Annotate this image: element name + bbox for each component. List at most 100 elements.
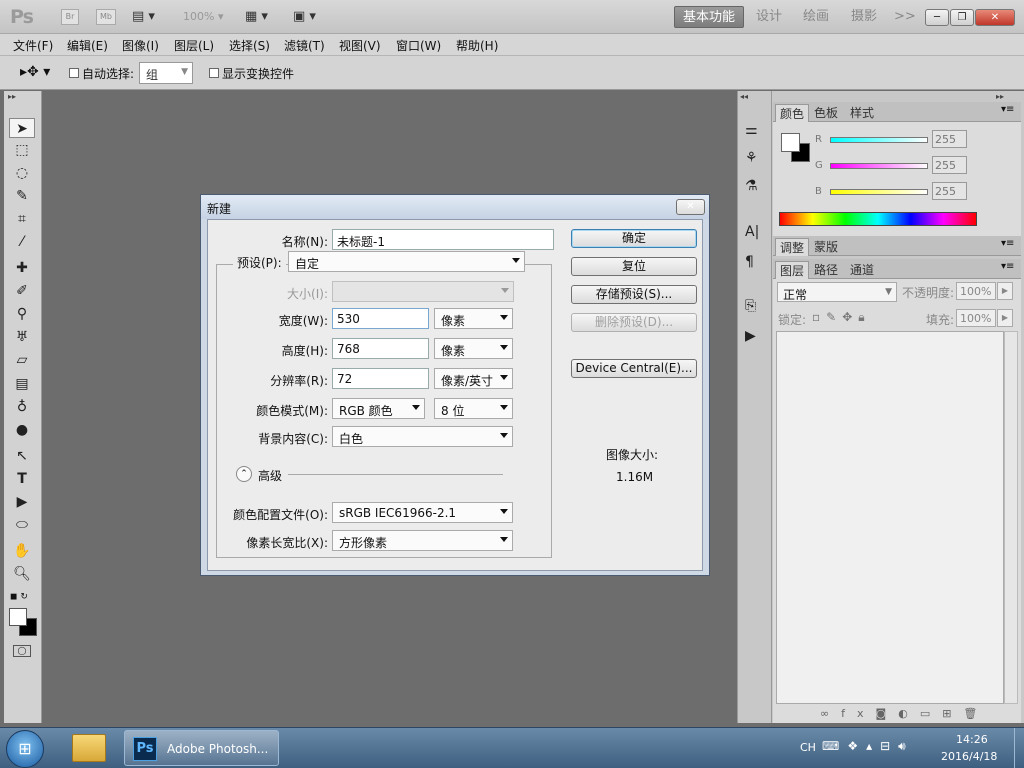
show-desktop-button[interactable] bbox=[1014, 728, 1024, 768]
panel-menu-icon[interactable]: ▾≡ bbox=[1001, 238, 1014, 249]
shape-tool-icon[interactable]: ⬭ bbox=[9, 515, 35, 535]
eyedropper-tool-icon[interactable]: ⁄ bbox=[9, 232, 35, 252]
tab-paths[interactable]: 路径 bbox=[810, 261, 842, 279]
advanced-toggle-icon[interactable]: ⌃ bbox=[236, 466, 252, 482]
color-spectrum-bar[interactable] bbox=[779, 212, 977, 226]
close-window-button[interactable]: ✕ bbox=[975, 9, 1015, 26]
tab-swatches[interactable]: 色板 bbox=[810, 104, 842, 122]
dodge-tool-icon[interactable]: ● bbox=[9, 420, 35, 440]
dialog-close-button[interactable]: ✕ bbox=[676, 199, 705, 215]
panel-menu-icon[interactable]: ▾≡ bbox=[1001, 261, 1014, 272]
mini-bridge-button[interactable]: Mb bbox=[96, 9, 116, 25]
foreground-color-swatch[interactable] bbox=[9, 608, 27, 626]
menu-select[interactable]: 选择(S) bbox=[229, 37, 270, 54]
menu-filter[interactable]: 滤镜(T) bbox=[284, 37, 325, 54]
auto-select-dropdown[interactable]: 组 ▼ bbox=[139, 62, 193, 84]
tab-channels[interactable]: 通道 bbox=[846, 261, 878, 279]
name-field[interactable]: 未标题-1 bbox=[332, 229, 554, 250]
blend-mode-dropdown[interactable]: 正常 ▼ bbox=[777, 282, 897, 302]
type-tool-icon[interactable]: T bbox=[9, 469, 35, 489]
character-panel-icon[interactable]: A| bbox=[745, 224, 759, 240]
preset-dropdown[interactable]: 自定 bbox=[288, 251, 525, 272]
arrange-documents-icon[interactable]: ▦ ▾ bbox=[245, 9, 268, 24]
color-profile-dropdown[interactable]: sRGB IEC61966-2.1 bbox=[332, 502, 513, 523]
width-unit-dropdown[interactable]: 像素 bbox=[434, 308, 513, 329]
history-brush-tool-icon[interactable]: ♅ bbox=[9, 327, 35, 347]
clock-time[interactable]: 14:26 bbox=[956, 733, 988, 746]
bridge-button[interactable]: Br bbox=[61, 9, 79, 25]
resolution-unit-dropdown[interactable]: 像素/英寸 bbox=[434, 368, 513, 389]
opacity-arrow-icon[interactable]: ▶ bbox=[997, 282, 1013, 300]
bit-depth-dropdown[interactable]: 8 位 bbox=[434, 398, 513, 419]
lasso-tool-icon[interactable]: ◌ bbox=[9, 163, 35, 183]
collapse-toolbox-icon[interactable]: ▸▸ bbox=[8, 92, 16, 101]
screen-mode-icon[interactable]: ▣ ▾ bbox=[293, 9, 316, 24]
clone-source-panel-icon[interactable]: ⚘ bbox=[745, 150, 758, 166]
layers-list[interactable] bbox=[776, 331, 1004, 704]
blur-tool-icon[interactable]: ♁ bbox=[9, 397, 35, 417]
panel-menu-icon[interactable]: ▾≡ bbox=[1001, 104, 1014, 115]
zoom-level[interactable]: 100% ▾ bbox=[183, 10, 223, 23]
g-slider[interactable] bbox=[830, 163, 928, 169]
fg-color-chip[interactable] bbox=[781, 133, 800, 152]
gradient-tool-icon[interactable]: ▤ bbox=[9, 374, 35, 394]
quick-mask-icon[interactable]: ◯ bbox=[13, 645, 31, 657]
b-value[interactable]: 255 bbox=[932, 182, 967, 200]
layer-actions-icons[interactable]: ∞fx◙◐▭⊞🗑︎ bbox=[820, 707, 989, 720]
workspace-painting[interactable]: 绘画 bbox=[795, 6, 837, 28]
lock-icons[interactable]: ▫✎✥🔒︎ bbox=[812, 310, 871, 325]
r-value[interactable]: 255 bbox=[932, 130, 967, 148]
file-explorer-icon[interactable] bbox=[72, 734, 106, 762]
tool-presets-panel-icon[interactable]: ⚗ bbox=[745, 178, 758, 194]
menu-view[interactable]: 视图(V) bbox=[339, 37, 381, 54]
g-value[interactable]: 255 bbox=[932, 156, 967, 174]
color-mode-dropdown[interactable]: RGB 颜色 bbox=[332, 398, 425, 419]
fill-arrow-icon[interactable]: ▶ bbox=[997, 309, 1013, 327]
resolution-field[interactable]: 72 bbox=[332, 368, 429, 389]
workspace-design[interactable]: 设计 bbox=[748, 6, 790, 28]
menu-layer[interactable]: 图层(L) bbox=[174, 37, 214, 54]
r-slider[interactable] bbox=[830, 137, 928, 143]
background-contents-dropdown[interactable]: 白色 bbox=[332, 426, 513, 447]
path-selection-tool-icon[interactable]: ▶ bbox=[9, 492, 35, 512]
view-extras-icon[interactable]: ▤ ▾ bbox=[132, 9, 155, 24]
move-tool-preset-icon[interactable]: ▸✥ ▾ bbox=[20, 64, 50, 80]
brush-tool-icon[interactable]: ✐ bbox=[9, 281, 35, 301]
height-unit-dropdown[interactable]: 像素 bbox=[434, 338, 513, 359]
workspace-essentials[interactable]: 基本功能 bbox=[674, 6, 745, 28]
tray-icons[interactable]: ⌨❖▴⊟🔊︎ bbox=[822, 739, 914, 754]
auto-select-checkbox[interactable] bbox=[69, 68, 79, 78]
zoom-tool-icon[interactable]: 🔍︎ bbox=[9, 564, 35, 584]
menu-image[interactable]: 图像(I) bbox=[122, 37, 159, 54]
pixel-aspect-dropdown[interactable]: 方形像素 bbox=[332, 530, 513, 551]
fill-field[interactable]: 100% bbox=[956, 309, 996, 327]
crop-tool-icon[interactable]: ⌗ bbox=[9, 209, 35, 229]
width-field[interactable]: 530 bbox=[332, 308, 429, 329]
hand-tool-icon[interactable]: ✋ bbox=[9, 541, 35, 561]
show-transform-checkbox[interactable] bbox=[209, 68, 219, 78]
move-tool-icon[interactable]: ➤ bbox=[9, 118, 35, 138]
menu-help[interactable]: 帮助(H) bbox=[456, 37, 498, 54]
paragraph-panel-icon[interactable]: ¶ bbox=[745, 254, 754, 270]
healing-brush-tool-icon[interactable]: ✚ bbox=[9, 258, 35, 278]
start-button[interactable]: ⊞ bbox=[6, 730, 44, 768]
tab-styles[interactable]: 样式 bbox=[846, 104, 878, 122]
menu-window[interactable]: 窗口(W) bbox=[396, 37, 441, 54]
menu-file[interactable]: 文件(F) bbox=[13, 37, 53, 54]
reset-button[interactable]: 复位 bbox=[571, 257, 697, 276]
more-workspaces-button[interactable]: >> bbox=[886, 6, 924, 28]
height-field[interactable]: 768 bbox=[332, 338, 429, 359]
device-central-button[interactable]: Device Central(E)... bbox=[571, 359, 697, 378]
clock-date[interactable]: 2016/4/18 bbox=[941, 750, 997, 763]
marquee-tool-icon[interactable]: ⬚ bbox=[9, 140, 35, 160]
clone-stamp-tool-icon[interactable]: ⚲ bbox=[9, 304, 35, 324]
collapse-dock-icon[interactable]: ◂◂ bbox=[740, 92, 748, 101]
b-slider[interactable] bbox=[830, 189, 928, 195]
collapse-panel-icon[interactable]: ▸▸ bbox=[996, 92, 1004, 101]
ok-button[interactable]: 确定 bbox=[571, 229, 697, 248]
layers-scrollbar[interactable] bbox=[1004, 331, 1018, 704]
tab-adjustments[interactable]: 调整 bbox=[775, 238, 810, 256]
default-colors-icon[interactable]: ◼ ↻ bbox=[10, 592, 28, 602]
eraser-tool-icon[interactable]: ▱ bbox=[9, 350, 35, 370]
opacity-field[interactable]: 100% bbox=[956, 282, 996, 300]
